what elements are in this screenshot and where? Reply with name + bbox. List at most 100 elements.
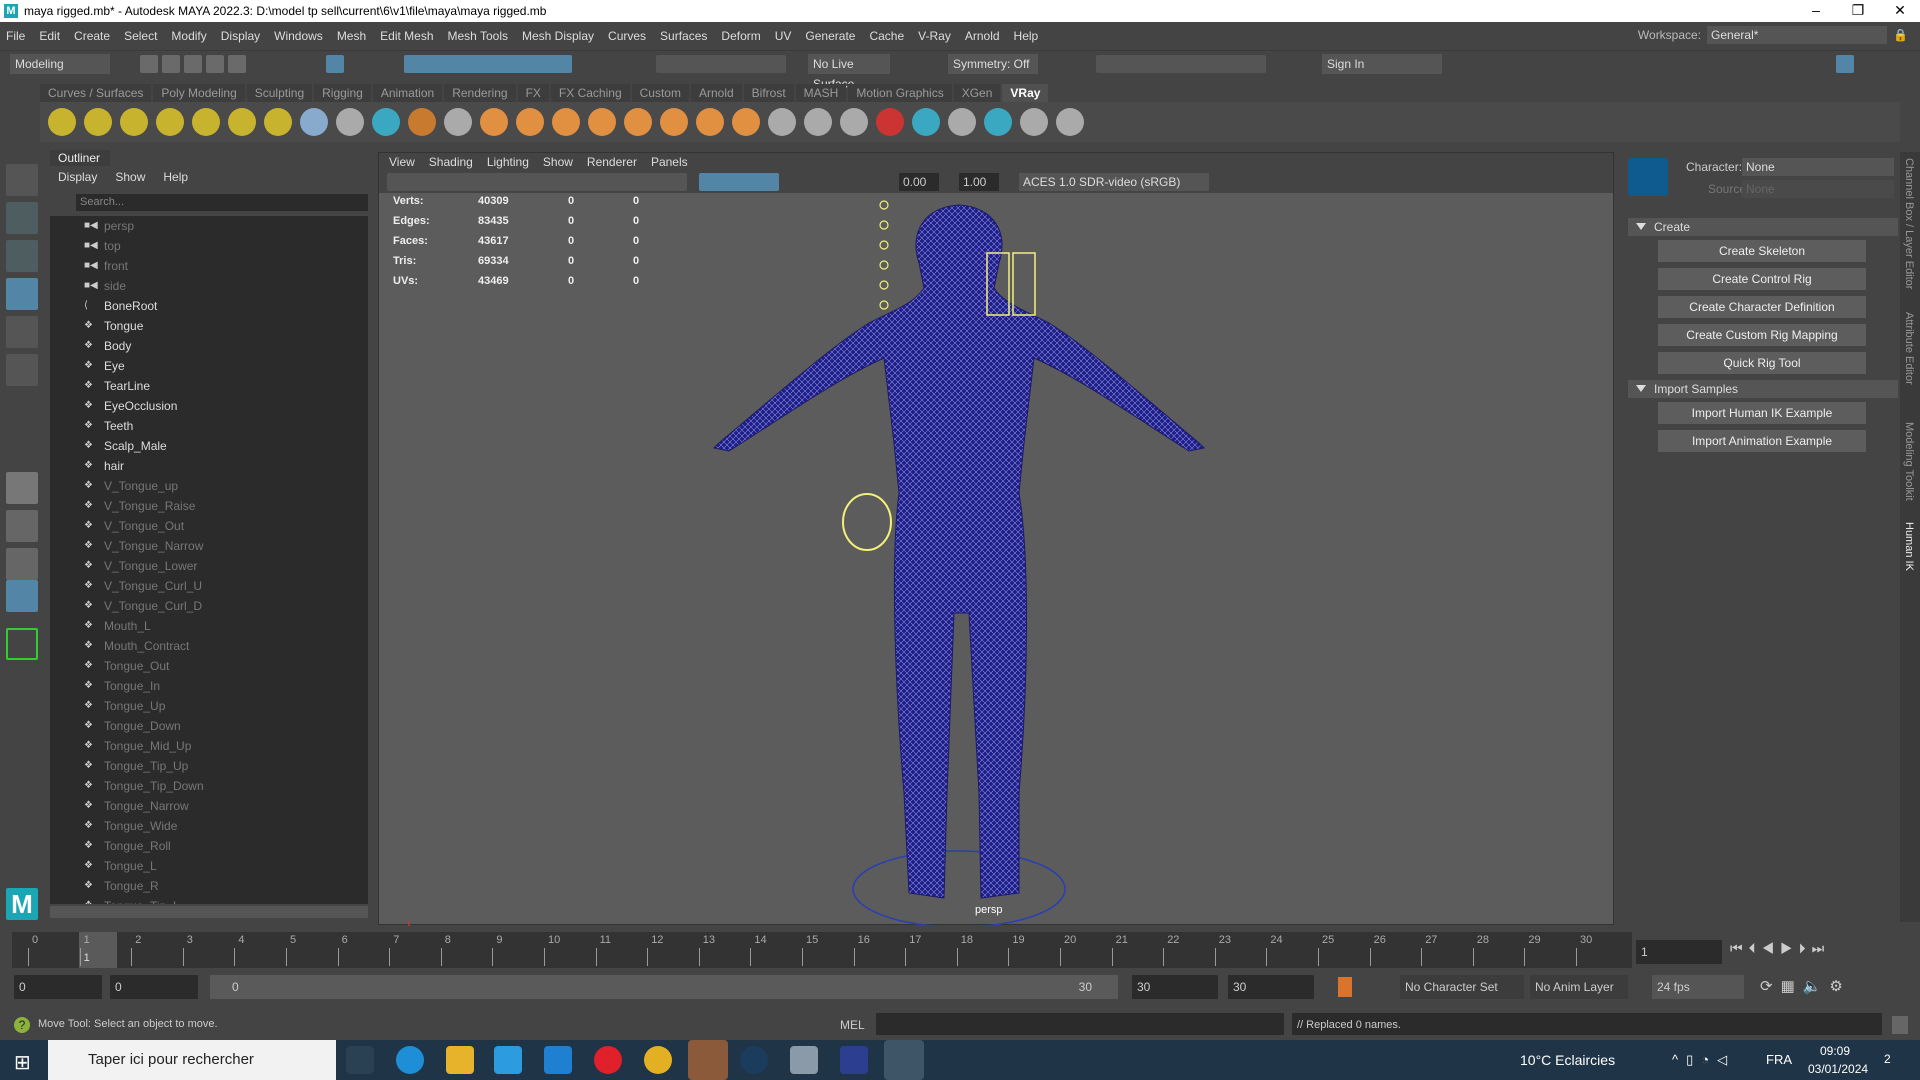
viewport-panel[interactable]: View Shading Lighting Show Renderer Panels 0.… [378, 152, 1615, 926]
shelf-tool-icon[interactable] [336, 108, 364, 136]
outliner-item[interactable]: ❖ Eye [50, 356, 368, 376]
two-pane-layout-icon[interactable] [6, 548, 38, 580]
outliner-item[interactable]: ❖ V_Tongue_Curl_D [50, 596, 368, 616]
chrome-icon[interactable] [644, 1046, 672, 1074]
shelf-tool-icon[interactable] [552, 108, 580, 136]
live-surface-field[interactable]: No Live Surface [808, 54, 890, 91]
shelf-tool-icon[interactable] [804, 108, 832, 136]
shelf-tool-icon[interactable] [444, 108, 472, 136]
outliner-search-input[interactable]: Search... [76, 194, 368, 211]
shelf-tool-icon[interactable] [984, 108, 1012, 136]
anim-start-field[interactable]: 0 [110, 975, 198, 999]
side-tab-attribute-editor[interactable]: Attribute Editor [1903, 312, 1915, 385]
panel-toolbar-icons[interactable] [387, 173, 687, 191]
shelf-tab-custom[interactable]: Custom [631, 84, 689, 102]
create-custom-rig-mapping-button[interactable]: Create Custom Rig Mapping [1658, 324, 1866, 346]
key-bookmark-icon[interactable] [1338, 977, 1352, 997]
shelf-tool-icon[interactable] [48, 108, 76, 136]
app-icon[interactable] [790, 1046, 818, 1074]
redo-icon[interactable] [228, 55, 246, 73]
outliner-item[interactable]: ❖ Tongue_Wide [50, 816, 368, 836]
import-animation-example-button[interactable]: Import Animation Example [1658, 430, 1866, 452]
outliner-item[interactable]: ❖ V_Tongue_up [50, 476, 368, 496]
system-tray-icons[interactable]: ^▯◔◁ [1672, 1052, 1735, 1068]
shelf-tab-bifrost[interactable]: Bifrost [743, 84, 794, 102]
outliner-item[interactable]: ❖ V_Tongue_Raise [50, 496, 368, 516]
outliner-item[interactable]: ❖ hair [50, 456, 368, 476]
outliner-item[interactable]: ❖ Body [50, 336, 368, 356]
shelf-tool-icon[interactable] [876, 108, 904, 136]
outliner-item[interactable]: ❖ Tongue_Up [50, 696, 368, 716]
shelf-tool-icon[interactable] [912, 108, 940, 136]
shelf-tool-icon[interactable] [300, 108, 328, 136]
open-scene-icon[interactable] [162, 55, 180, 73]
shelf-tool-icon[interactable] [408, 108, 436, 136]
four-view-layout-icon[interactable] [6, 510, 38, 542]
character-model[interactable]: persp [379, 193, 1615, 926]
lasso-tool-icon[interactable] [6, 202, 38, 234]
menu-create[interactable]: Create [74, 29, 110, 43]
side-tab-modeling-toolkit[interactable]: Modeling Toolkit [1903, 422, 1915, 501]
construction-history-icons[interactable] [656, 55, 786, 73]
shelf-tool-icon[interactable] [372, 108, 400, 136]
opera-icon[interactable] [594, 1046, 622, 1074]
shelf-tool-icon[interactable] [768, 108, 796, 136]
minimize-button[interactable]: – [1796, 0, 1836, 20]
shelf-tab-poly-modeling[interactable]: Poly Modeling [153, 84, 245, 102]
shelf-tool-icon[interactable] [228, 108, 256, 136]
outliner-menu-show[interactable]: Show [115, 170, 145, 184]
menu-surfaces[interactable]: Surfaces [660, 29, 707, 43]
menu-edit[interactable]: Edit [39, 29, 60, 43]
character-dropdown[interactable]: None [1742, 158, 1894, 176]
outliner-item[interactable]: ❖ V_Tongue_Narrow [50, 536, 368, 556]
menu-generate[interactable]: Generate [805, 29, 855, 43]
outliner-item[interactable]: ❖ Tongue_Roll [50, 836, 368, 856]
workspace-dropdown[interactable]: General* [1707, 26, 1888, 44]
shelf-tab-sculpting[interactable]: Sculpting [246, 84, 313, 102]
mel-label[interactable]: MEL [840, 1018, 865, 1032]
maya-taskbar-icon[interactable] [884, 1040, 924, 1080]
shelf-tool-icon[interactable] [948, 108, 976, 136]
shelf-tool-icon[interactable] [156, 108, 184, 136]
outliner-item[interactable]: ❖ Tongue_Down [50, 716, 368, 736]
outliner-item[interactable]: ❖ Tongue_Tip_Down [50, 776, 368, 796]
scale-tool-icon[interactable] [6, 354, 38, 386]
outliner-item[interactable]: ❖ Mouth_Contract [50, 636, 368, 656]
menu-select[interactable]: Select [124, 29, 157, 43]
steam-icon[interactable] [740, 1046, 768, 1074]
color-space-dropdown[interactable]: ACES 1.0 SDR-video (sRGB) [1019, 173, 1209, 191]
symmetry-dropdown[interactable]: Symmetry: Off [948, 54, 1038, 74]
outliner-item[interactable]: ❖ V_Tongue_Out [50, 516, 368, 536]
script-editor-icon[interactable] [1892, 1016, 1908, 1034]
current-frame-field[interactable]: 1 [1636, 940, 1722, 964]
shelf-tool-icon[interactable] [1020, 108, 1048, 136]
menu-cache[interactable]: Cache [869, 29, 904, 43]
outliner-item[interactable]: ❖ Teeth [50, 416, 368, 436]
undo-icon[interactable] [206, 55, 224, 73]
start-frame-field[interactable]: 0 [14, 975, 102, 999]
menu-windows[interactable]: Windows [274, 29, 323, 43]
menu-curves[interactable]: Curves [608, 29, 646, 43]
end-frame-field[interactable]: 30 [1228, 975, 1314, 999]
new-scene-icon[interactable] [140, 55, 158, 73]
shelf-tab-motion-graphics[interactable]: Motion Graphics [848, 84, 952, 102]
language-indicator[interactable]: FRA [1766, 1052, 1792, 1067]
range-slider[interactable]: 0 30 [210, 975, 1118, 999]
outliner-item[interactable]: ■◀ top [50, 236, 368, 256]
fps-dropdown[interactable]: 24 fps [1652, 975, 1744, 999]
menuset-dropdown[interactable]: Modeling [10, 54, 110, 74]
shelf-tool-icon[interactable] [696, 108, 724, 136]
zoom-search-icon[interactable] [6, 628, 38, 660]
outliner-item[interactable]: ❖ Tongue_Narrow [50, 796, 368, 816]
outliner-menu-display[interactable]: Display [58, 170, 97, 184]
task-view-icon[interactable] [346, 1046, 374, 1074]
outliner-horizontal-scrollbar[interactable] [50, 906, 368, 918]
save-scene-icon[interactable] [184, 55, 202, 73]
shelf-tab-rendering[interactable]: Rendering [444, 84, 516, 102]
create-control-rig-button[interactable]: Create Control Rig [1658, 268, 1866, 290]
mail-icon[interactable] [544, 1046, 572, 1074]
menu-uv[interactable]: UV [775, 29, 792, 43]
teams-icon[interactable] [688, 1040, 728, 1080]
outliner-item[interactable]: ❖ Tongue_In [50, 676, 368, 696]
sign-in-button[interactable]: Sign In [1322, 54, 1442, 74]
